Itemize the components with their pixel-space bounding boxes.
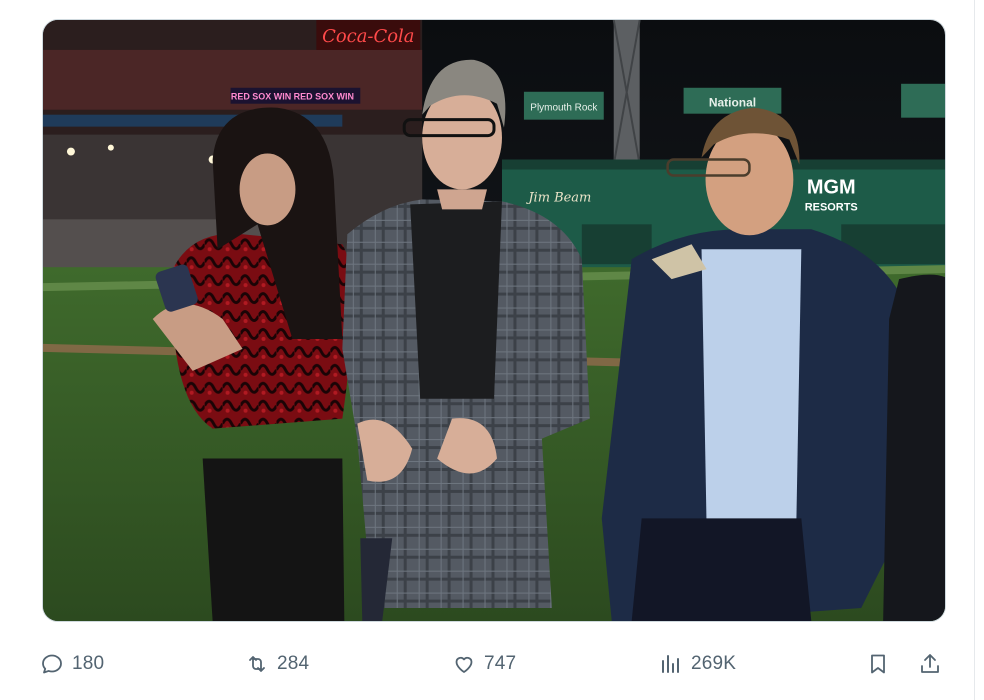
like-button[interactable]: 747: [452, 644, 516, 684]
repost-count: 284: [277, 653, 310, 674]
heart-icon: [455, 656, 473, 673]
sign-national: National: [709, 96, 756, 110]
bookmark-icon: [871, 654, 885, 674]
sign-resorts: RESORTS: [805, 201, 858, 213]
column-divider: [974, 0, 975, 700]
share-icon: [921, 654, 939, 673]
views-icon: [662, 655, 679, 673]
sign-red-sox-win: RED SOX WIN RED SOX WIN: [231, 92, 354, 102]
share-button[interactable]: [918, 644, 942, 684]
photo-scene: Coca-Cola RED SOX WIN RED SOX WIN Plymou…: [43, 20, 945, 621]
repost-icon: [249, 656, 265, 672]
view-count: 269K: [691, 653, 737, 674]
repost-button[interactable]: 284: [245, 644, 309, 684]
sign-cola: Coca-Cola: [322, 26, 414, 47]
like-count: 747: [484, 653, 517, 674]
sign-jim-beam: Jim Beam: [525, 190, 591, 205]
views-button[interactable]: 269K: [659, 644, 736, 684]
reply-count: 180: [72, 653, 105, 674]
reply-icon: [42, 654, 62, 674]
sign-plymouth: Plymouth Rock: [530, 103, 597, 114]
post-actions-bar: 180 284 747 269K: [40, 644, 952, 684]
sign-mgm: MGM: [807, 176, 856, 198]
bookmark-button[interactable]: [866, 644, 890, 684]
post-photo[interactable]: Coca-Cola RED SOX WIN RED SOX WIN Plymou…: [42, 19, 946, 622]
reply-button[interactable]: 180: [40, 644, 104, 684]
